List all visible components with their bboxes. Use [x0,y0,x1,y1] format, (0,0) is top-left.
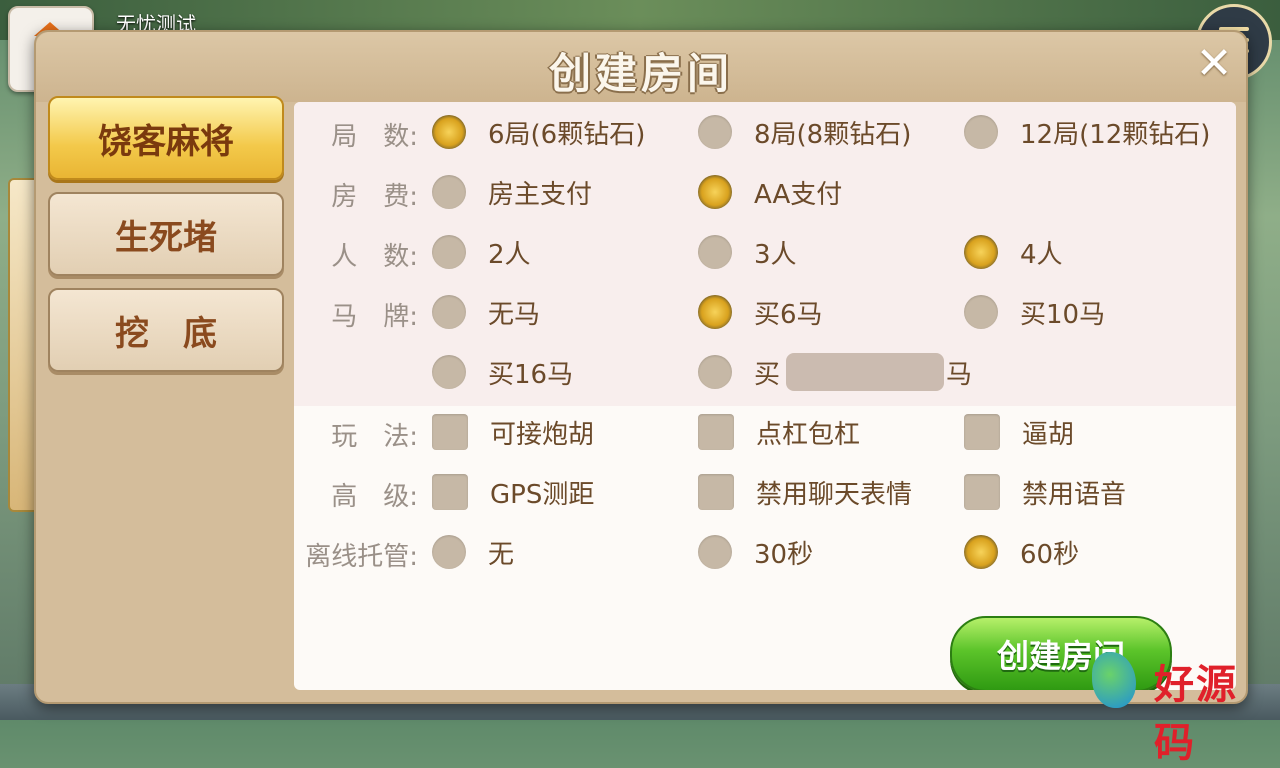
rounds-row: 局 数: 6局(6颗钻石) 8局(8颗钻石) 12局(12颗钻石) [294,102,1236,162]
checkbox-icon [964,414,1000,450]
radio-selected-icon [698,295,732,329]
horse-row-2: 买16马 买马 [294,342,1236,402]
advanced-label: 高 级: [331,482,418,512]
fee-option-aa[interactable]: AA支付 [698,170,842,214]
radio-icon [432,535,466,569]
players-option-3[interactable]: 3人 [698,230,797,274]
advanced-option-gps[interactable]: GPS测距 [432,470,594,514]
radio-selected-icon [964,235,998,269]
advanced-option-no-chat[interactable]: 禁用聊天表情 [698,470,912,514]
offline-option-30[interactable]: 30秒 [698,530,813,574]
radio-selected-icon [964,535,998,569]
radio-icon [432,355,466,389]
horse-row: 马 牌: 无马 买6马 买10马 [294,282,1236,342]
rounds-option-12[interactable]: 12局(12颗钻石) [964,110,1210,154]
checkbox-icon [432,414,468,450]
tab-shengsidu[interactable]: 生死堵 [48,192,284,276]
rounds-option-8[interactable]: 8局(8颗钻石) [698,110,911,154]
play-option-diangang[interactable]: 点杠包杠 [698,410,860,454]
radio-selected-icon [698,175,732,209]
site-watermark: 好源码 [1084,648,1274,766]
watermark-text: 好源码 [1154,661,1238,766]
radio-icon [432,235,466,269]
watermark-logo-icon [1092,652,1136,708]
offline-row: 离线托管: 无 30秒 60秒 [294,522,1236,582]
horse-option-none[interactable]: 无马 [432,290,540,334]
play-label: 玩 法: [331,422,418,452]
tab-wadi[interactable]: 挖 底 [48,288,284,372]
players-option-2[interactable]: 2人 [432,230,531,274]
radio-icon [432,295,466,329]
play-row: 玩 法: 可接炮胡 点杠包杠 逼胡 [294,402,1236,462]
offline-option-60[interactable]: 60秒 [964,530,1079,574]
play-option-jiepao[interactable]: 可接炮胡 [432,410,594,454]
checkbox-icon [432,474,468,510]
horse-option-custom[interactable]: 买马 [698,350,972,394]
dialog-header: 创建房间 ✕ [36,32,1246,102]
close-icon[interactable]: ✕ [1194,42,1234,86]
radio-icon [964,295,998,329]
fee-label: 房 费: [331,182,418,212]
checkbox-icon [698,474,734,510]
radio-icon [698,355,732,389]
advanced-option-no-voice[interactable]: 禁用语音 [964,470,1126,514]
players-row: 人 数: 2人 3人 4人 [294,222,1236,282]
radio-icon [698,535,732,569]
advanced-row: 高 级: GPS测距 禁用聊天表情 禁用语音 [294,462,1236,522]
fee-option-owner[interactable]: 房主支付 [432,170,592,214]
rounds-option-6[interactable]: 6局(6颗钻石) [432,110,645,154]
checkbox-icon [964,474,1000,510]
players-label: 人 数: [331,242,418,272]
tab-raoke-mahjong[interactable]: 饶客麻将 [48,96,284,180]
play-option-bihu[interactable]: 逼胡 [964,410,1074,454]
settings-panel: 局 数: 6局(6颗钻石) 8局(8颗钻石) 12局(12颗钻石) 房 费: 房… [294,102,1236,690]
rounds-label: 局 数: [331,122,418,152]
horse-option-10[interactable]: 买10马 [964,290,1105,334]
offline-option-none[interactable]: 无 [432,530,514,574]
custom-horse-input[interactable] [786,353,945,391]
fee-row: 房 费: 房主支付 AA支付 [294,162,1236,222]
radio-icon [698,115,732,149]
create-room-dialog: 创建房间 ✕ 饶客麻将 生死堵 挖 底 局 数: 6局(6颗钻石) 8局(8颗钻… [34,30,1248,704]
radio-icon [432,175,466,209]
checkbox-icon [698,414,734,450]
dialog-title: 创建房间 [548,49,733,98]
horse-option-16[interactable]: 买16马 [432,350,573,394]
horse-label: 马 牌: [331,302,418,332]
players-option-4[interactable]: 4人 [964,230,1063,274]
offline-label: 离线托管: [305,542,418,572]
radio-icon [698,235,732,269]
radio-selected-icon [432,115,466,149]
game-type-sidebar: 饶客麻将 生死堵 挖 底 [48,96,284,384]
radio-icon [964,115,998,149]
horse-option-6[interactable]: 买6马 [698,290,823,334]
